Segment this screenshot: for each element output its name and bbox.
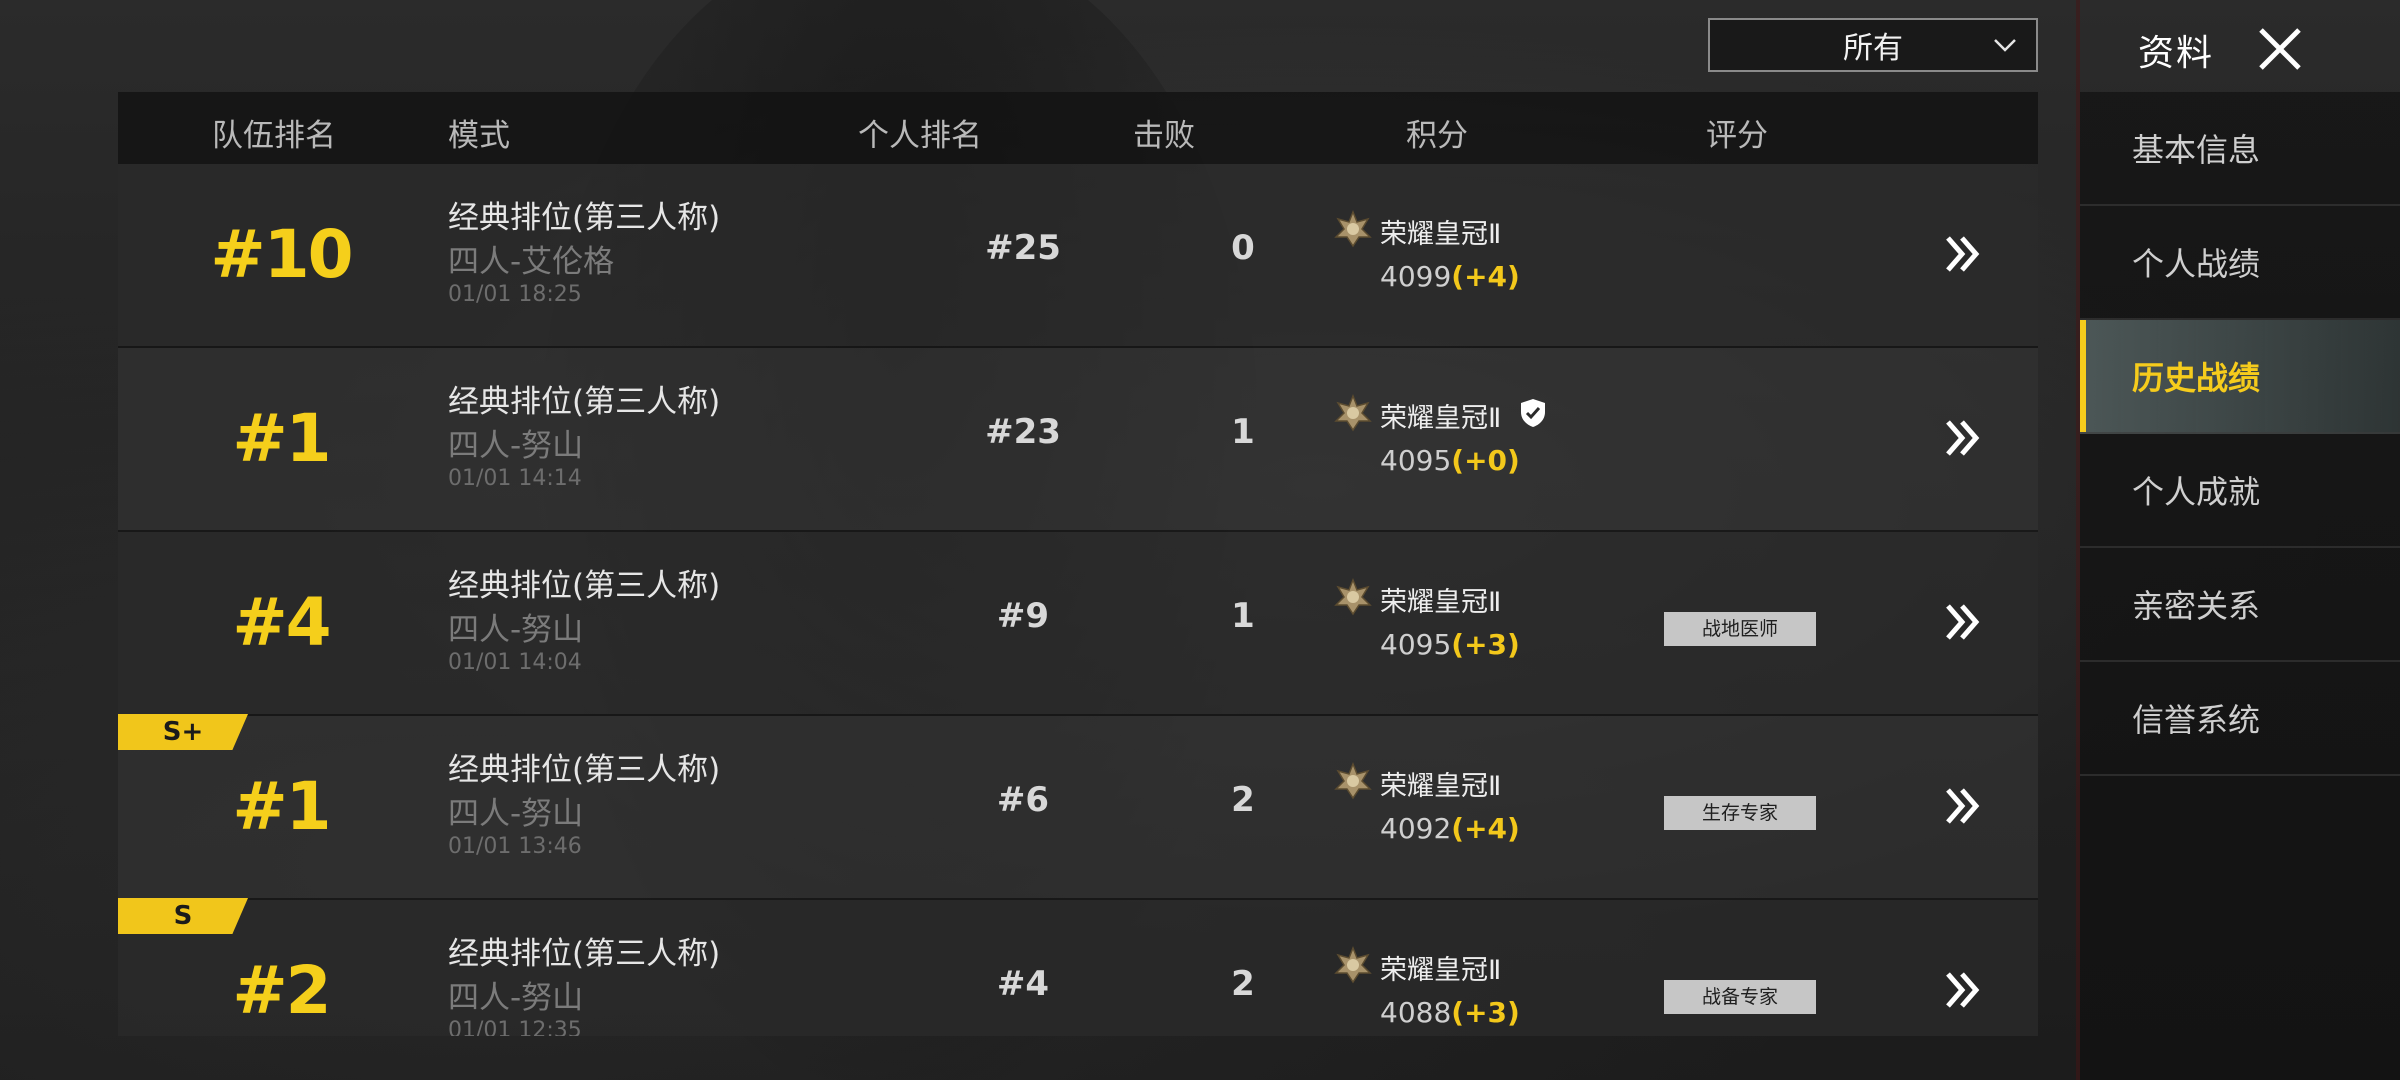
score-line: 4088(+3) [1380, 996, 1520, 1029]
score-value: 4092 [1380, 812, 1452, 845]
crown-tier-icon [1334, 946, 1372, 984]
close-icon[interactable] [2255, 24, 2305, 74]
chevron-right-icon[interactable] [1940, 968, 1984, 1012]
header-kills: 击败 [1133, 118, 1195, 154]
match-time: 01/01 13:46 [448, 834, 582, 859]
sidebar-item-match-history[interactable]: 历史战绩 [2080, 320, 2400, 434]
team-rank: #1 [232, 768, 331, 845]
header-rating: 评分 [1706, 118, 1768, 154]
team-rank: #1 [232, 400, 331, 477]
tier-name: 荣耀皇冠Ⅱ [1380, 403, 1502, 434]
chevron-right-icon[interactable] [1940, 784, 1984, 828]
sidebar-item-relationships[interactable]: 亲密关系 [2080, 548, 2400, 662]
sidebar-item-achievements[interactable]: 个人成就 [2080, 434, 2400, 548]
team-rank: #4 [232, 584, 331, 661]
personal-rank: #6 [996, 780, 1050, 820]
crown-tier-icon [1334, 762, 1372, 800]
match-history-table: 队伍排名 模式 个人排名 击败 积分 评分 #10 经典排位(第三人称) 四人-… [118, 92, 2038, 1036]
mode-map: 四人-努山 [448, 612, 584, 648]
header-team-rank: 队伍排名 [212, 118, 336, 154]
personal-rank: #23 [985, 412, 1061, 452]
header-mode: 模式 [448, 118, 510, 154]
chevron-down-icon [1994, 39, 2016, 52]
crown-tier-icon [1334, 394, 1372, 432]
kills-count: 1 [1231, 412, 1255, 452]
team-rank: #2 [232, 952, 331, 1029]
shield-check-icon [1521, 399, 1545, 427]
mode-map: 四人-艾伦格 [448, 244, 615, 280]
header-personal-rank: 个人排名 [858, 118, 982, 154]
sidebar-item-personal-stats[interactable]: 个人战绩 [2080, 206, 2400, 320]
kills-count: 0 [1231, 228, 1255, 268]
team-rank: #10 [210, 216, 353, 293]
crown-tier-icon [1334, 210, 1372, 248]
mode-filter-dropdown[interactable]: 所有 [1708, 18, 2038, 72]
score-line: 4095(+3) [1380, 628, 1520, 661]
score-line: 4099(+4) [1380, 260, 1520, 293]
tier-name: 荣耀皇冠Ⅱ [1380, 771, 1502, 802]
chevron-right-icon[interactable] [1940, 416, 1984, 460]
tier-name: 荣耀皇冠Ⅱ [1380, 587, 1502, 618]
score-value: 4099 [1380, 260, 1452, 293]
grade-tag: S+ [118, 714, 248, 750]
score-delta: (+4) [1451, 812, 1520, 845]
score-value: 4095 [1380, 444, 1452, 477]
tier-name: 荣耀皇冠Ⅱ [1380, 955, 1502, 986]
score-delta: (+3) [1451, 996, 1520, 1029]
kills-count: 1 [1231, 596, 1255, 636]
mode-title: 经典排位(第三人称) [448, 200, 721, 236]
score-line: 4092(+4) [1380, 812, 1520, 845]
filter-selected-value: 所有 [1843, 31, 1903, 66]
rating-badge: 战地医师 [1664, 612, 1816, 646]
match-time: 01/01 12:35 [448, 1018, 582, 1036]
rating-badge: 战备专家 [1664, 980, 1816, 1014]
table-row[interactable]: S+ #1 经典排位(第三人称) 四人-努山 01/01 13:46 #6 2 … [118, 714, 2038, 900]
mode-map: 四人-努山 [448, 796, 584, 832]
sidebar-item-basic-info[interactable]: 基本信息 [2080, 92, 2400, 206]
crown-tier-icon [1334, 578, 1372, 616]
grade-tag: S [118, 898, 248, 934]
match-time: 01/01 14:04 [448, 650, 582, 675]
mode-map: 四人-努山 [448, 428, 584, 464]
profile-sidebar: 基本信息 个人战绩 历史战绩 个人成就 亲密关系 信誉系统 [2080, 92, 2400, 1080]
mode-title: 经典排位(第三人称) [448, 936, 721, 972]
table-header: 队伍排名 模式 个人排名 击败 积分 评分 [118, 92, 2038, 164]
table-row[interactable]: S #2 经典排位(第三人称) 四人-努山 01/01 12:35 #4 2 荣… [118, 898, 2038, 1036]
mode-title: 经典排位(第三人称) [448, 384, 721, 420]
personal-rank: #9 [996, 596, 1050, 636]
header-points: 积分 [1406, 118, 1468, 154]
personal-rank: #4 [996, 964, 1050, 1004]
history-record-screen: 所有 资料 队伍排名 模式 个人排名 击败 积分 评分 #10 经典排位(第三人… [0, 0, 2400, 1080]
kills-count: 2 [1231, 964, 1255, 1004]
kills-count: 2 [1231, 780, 1255, 820]
chevron-right-icon[interactable] [1940, 232, 1984, 276]
match-time: 01/01 14:14 [448, 466, 582, 491]
mode-title: 经典排位(第三人称) [448, 752, 721, 788]
score-delta: (+0) [1451, 444, 1520, 477]
sidebar-item-credit-system[interactable]: 信誉系统 [2080, 662, 2400, 776]
score-value: 4088 [1380, 996, 1452, 1029]
table-row[interactable]: #10 经典排位(第三人称) 四人-艾伦格 01/01 18:25 #25 0 … [118, 164, 2038, 348]
score-delta: (+4) [1451, 260, 1520, 293]
score-line: 4095(+0) [1380, 444, 1520, 477]
score-value: 4095 [1380, 628, 1452, 661]
match-time: 01/01 18:25 [448, 282, 582, 307]
mode-map: 四人-努山 [448, 980, 584, 1016]
profile-title: 资料 [2138, 33, 2215, 74]
table-row[interactable]: #4 经典排位(第三人称) 四人-努山 01/01 14:04 #9 1 荣耀皇… [118, 532, 2038, 716]
personal-rank: #25 [985, 228, 1061, 268]
mode-title: 经典排位(第三人称) [448, 568, 721, 604]
score-delta: (+3) [1451, 628, 1520, 661]
chevron-right-icon[interactable] [1940, 600, 1984, 644]
table-row[interactable]: #1 经典排位(第三人称) 四人-努山 01/01 14:14 #23 1 荣耀… [118, 348, 2038, 532]
rating-badge: 生存专家 [1664, 796, 1816, 830]
tier-name: 荣耀皇冠Ⅱ [1380, 219, 1502, 250]
